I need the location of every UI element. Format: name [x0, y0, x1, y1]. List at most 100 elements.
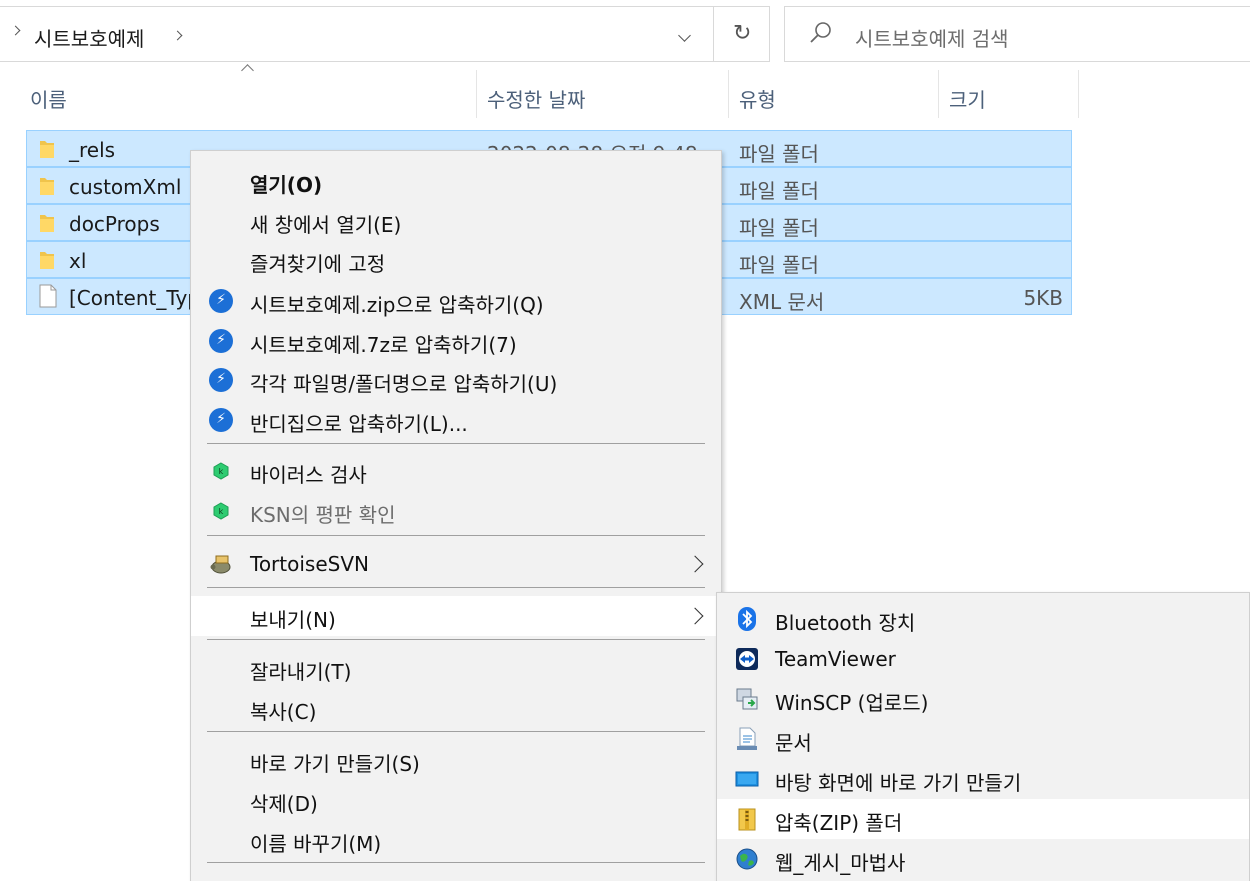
menu-item-label: 즐겨찾기에 고정: [250, 252, 386, 276]
menu-item-label: 시트보호예제.zip으로 압축하기(Q): [250, 293, 544, 317]
menu-item-compress-each[interactable]: ⚡ 각각 파일명/폴더명으로 압축하기(U): [191, 360, 721, 400]
menu-item-label: 삭제(D): [250, 792, 318, 816]
svg-text:k: k: [219, 467, 224, 476]
menu-item-create-shortcut[interactable]: 바로 가기 만들기(S): [191, 740, 721, 780]
menu-item-cut[interactable]: 잘라내기(T): [191, 648, 721, 688]
submenu-item-label: 웹_게시_마법사: [775, 851, 906, 875]
menu-item-compress-bandizip[interactable]: ⚡ 반디집으로 압축하기(L)...: [191, 400, 721, 440]
file-name: [Content_Typ: [69, 286, 200, 310]
folder-icon: [40, 141, 54, 158]
folder-icon: [40, 215, 54, 232]
chevron-right-icon: [686, 607, 704, 625]
bandizip-icon: ⚡: [209, 408, 233, 432]
search-icon: [810, 22, 831, 43]
menu-separator: [207, 862, 705, 863]
teamviewer-icon: [736, 648, 758, 670]
submenu-item-desktop-shortcut[interactable]: 바탕 화면에 바로 가기 만들기: [717, 759, 1249, 799]
submenu-item-label: Bluetooth 장치: [775, 611, 916, 635]
divider: [713, 7, 714, 61]
search-input[interactable]: 시트보호예제 검색: [784, 6, 1250, 62]
submenu-item-bluetooth[interactable]: Bluetooth 장치: [717, 599, 1249, 639]
menu-item-rename[interactable]: 이름 바꾸기(M): [191, 820, 721, 860]
chevron-right-icon: [686, 555, 704, 573]
address-bar[interactable]: 시트보호예제 ↻: [0, 6, 770, 62]
documents-icon: [737, 727, 757, 750]
column-header-name[interactable]: 이름: [20, 70, 476, 120]
menu-item-label: 이름 바꾸기(M): [250, 832, 382, 856]
submenu-item-label: 압축(ZIP) 폴더: [775, 811, 903, 835]
column-header-date[interactable]: 수정한 날짜: [477, 70, 727, 120]
menu-item-label: 시트보호예제.7z로 압축하기(7): [250, 333, 517, 357]
submenu-item-web-publish-wizard[interactable]: 웹_게시_마법사: [717, 839, 1249, 879]
file-type: 파일 폴더: [739, 179, 819, 203]
context-menu: 열기(O) 새 창에서 열기(E) 즐겨찾기에 고정 ⚡ 시트보호예제.zip으…: [190, 150, 722, 881]
breadcrumb-current[interactable]: 시트보호예제: [34, 23, 144, 52]
chevron-down-icon[interactable]: [678, 29, 691, 42]
menu-item-pin-quick-access[interactable]: 즐겨찾기에 고정: [191, 240, 721, 280]
file-name: _rels: [69, 138, 116, 162]
file-type: 파일 폴더: [739, 142, 819, 166]
menu-item-label: 새 창에서 열기(E): [250, 213, 402, 237]
menu-item-compress-7z[interactable]: ⚡ 시트보호예제.7z로 압축하기(7): [191, 321, 721, 361]
kaspersky-icon: k: [213, 502, 229, 520]
column-header-size[interactable]: 크기: [939, 70, 1079, 120]
menu-item-send-to[interactable]: 보내기(N): [191, 596, 721, 636]
menu-item-label: 복사(C): [250, 700, 317, 724]
menu-item-label: 잘라내기(T): [250, 660, 352, 684]
file-name: customXml: [69, 175, 182, 199]
kaspersky-icon: k: [213, 462, 229, 480]
menu-item-open-new-window[interactable]: 새 창에서 열기(E): [191, 201, 721, 241]
bandizip-icon: ⚡: [209, 329, 233, 353]
menu-separator: [207, 535, 705, 536]
send-to-submenu: Bluetooth 장치 TeamViewer WinSCP (업로드) 문서: [716, 592, 1250, 881]
submenu-item-label: 문서: [775, 731, 812, 755]
menu-item-ksn-reputation[interactable]: k KSN의 평판 확인: [191, 491, 721, 531]
desktop-icon: [735, 771, 759, 787]
menu-separator: [207, 639, 705, 640]
menu-item-compress-zip[interactable]: ⚡ 시트보호예제.zip으로 압축하기(Q): [191, 281, 721, 321]
file-icon: [39, 284, 57, 308]
submenu-item-teamviewer[interactable]: TeamViewer: [717, 639, 1249, 679]
file-type: 파일 폴더: [739, 216, 819, 240]
file-name: xl: [69, 249, 87, 273]
menu-item-label: 열기(O): [250, 173, 323, 197]
tortoisesvn-icon: [210, 555, 231, 574]
winscp-icon: [736, 688, 758, 710]
submenu-item-label: 바탕 화면에 바로 가기 만들기: [775, 771, 1022, 795]
menu-item-virus-scan[interactable]: k 바이러스 검사: [191, 451, 721, 491]
file-name: docProps: [69, 212, 160, 236]
menu-item-copy[interactable]: 복사(C): [191, 688, 721, 728]
menu-item-label: 각각 파일명/폴더명으로 압축하기(U): [250, 372, 558, 396]
menu-separator: [207, 443, 705, 444]
submenu-item-winscp[interactable]: WinSCP (업로드): [717, 679, 1249, 719]
menu-item-label: 바이러스 검사: [250, 463, 367, 487]
menu-item-label: 반디집으로 압축하기(L)...: [250, 412, 468, 436]
menu-item-label: 보내기(N): [250, 608, 336, 632]
submenu-item-zip-folder[interactable]: 압축(ZIP) 폴더: [717, 799, 1249, 839]
bluetooth-icon: [738, 607, 756, 631]
menu-item-tortoisesvn[interactable]: TortoiseSVN: [191, 544, 721, 584]
menu-item-delete[interactable]: 삭제(D): [191, 780, 721, 820]
svg-text:k: k: [219, 507, 224, 516]
folder-icon: [40, 252, 54, 269]
search-placeholder: 시트보호예제 검색: [855, 27, 1009, 51]
column-header-type[interactable]: 유형: [729, 70, 937, 120]
bandizip-icon: ⚡: [209, 368, 233, 392]
submenu-item-documents[interactable]: 문서: [717, 719, 1249, 759]
menu-item-label: KSN의 평판 확인: [250, 503, 396, 527]
menu-separator: [207, 587, 705, 588]
bandizip-icon: ⚡: [209, 289, 233, 313]
file-size: 5KB: [1023, 286, 1063, 310]
refresh-icon[interactable]: ↻: [733, 21, 751, 46]
menu-item-label: 바로 가기 만들기(S): [250, 752, 420, 776]
submenu-item-label: TeamViewer: [775, 647, 896, 671]
chevron-right-icon[interactable]: [10, 25, 21, 36]
menu-item-open[interactable]: 열기(O): [191, 161, 721, 201]
breadcrumb-chevron-icon[interactable]: [172, 30, 183, 41]
submenu-item-label: WinSCP (업로드): [775, 691, 929, 715]
file-type: 파일 폴더: [739, 253, 819, 277]
menu-separator: [207, 731, 705, 732]
globe-icon: [736, 848, 758, 870]
column-divider[interactable]: [1078, 70, 1079, 118]
menu-item-label: TortoiseSVN: [250, 552, 369, 576]
